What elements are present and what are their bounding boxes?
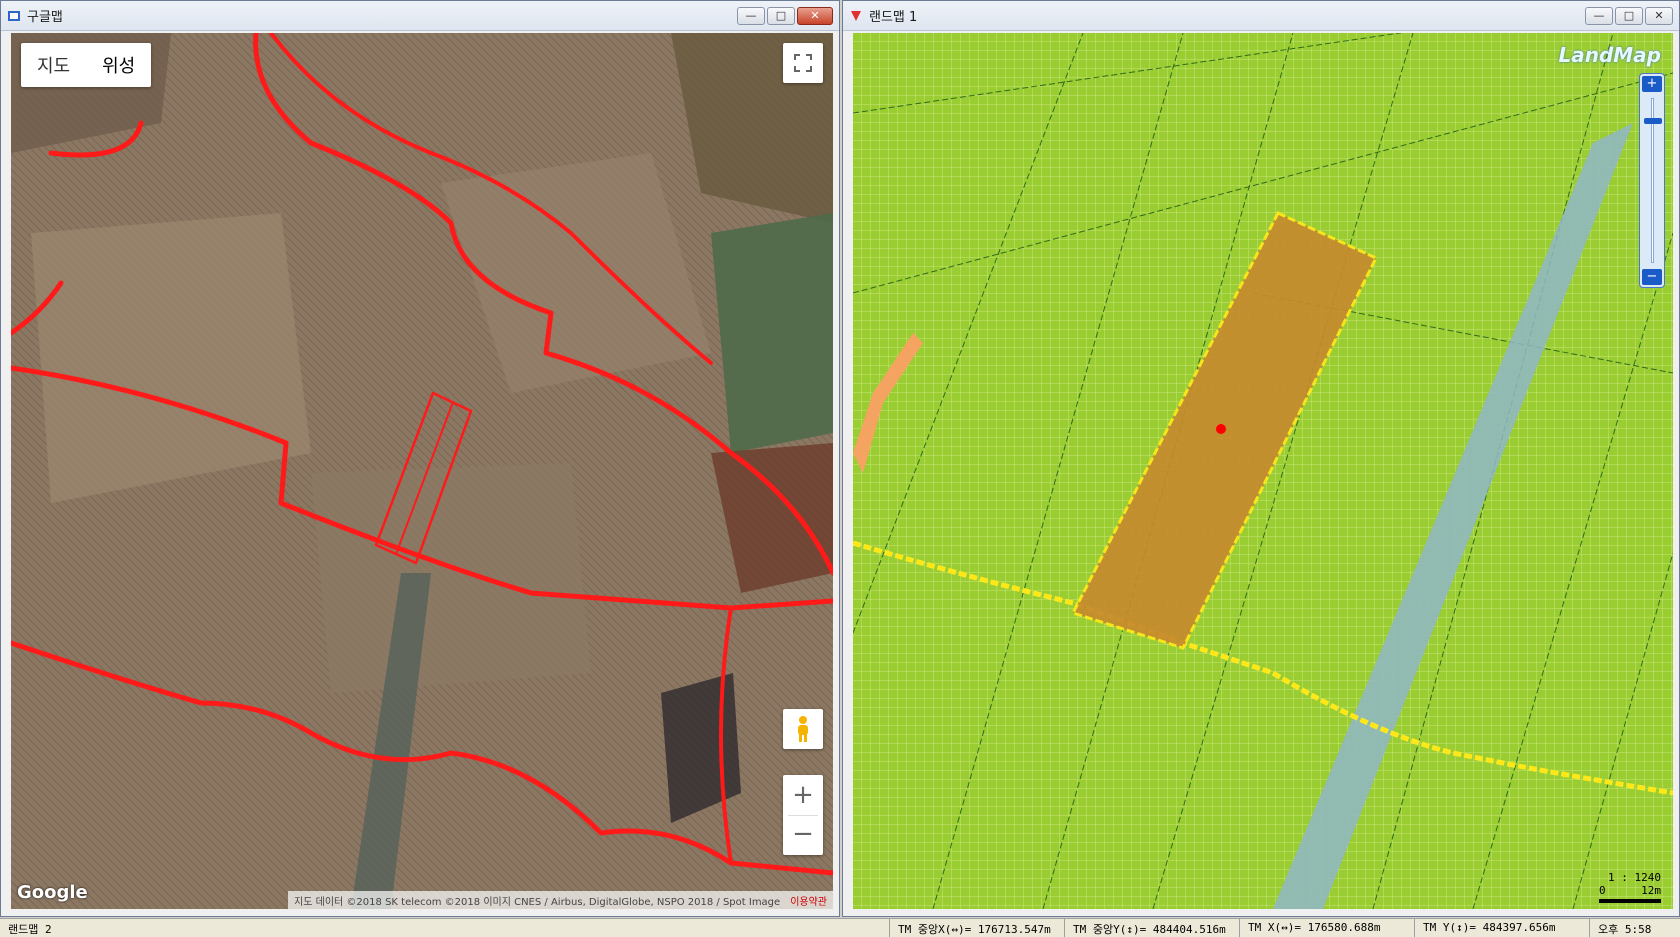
zoom-slider[interactable]: + − [1639,73,1665,288]
minimize-button[interactable]: — [737,6,765,25]
scale-zero: 0 [1599,884,1606,897]
zoom-thumb[interactable] [1644,118,1662,124]
scale-ratio: 1 : 1240 [1608,871,1661,884]
pegman-icon [798,716,808,742]
status-bar: 랜드맵 2 TM 중앙X(↔)= 176713.547m TM 중앙Y(↕)= … [0,918,1680,937]
close-button[interactable]: ✕ [797,6,833,25]
maximize-button[interactable]: □ [1615,6,1643,25]
window-title: 구글맵 [27,10,63,25]
maximize-button[interactable]: □ [767,6,795,25]
cadastral-map-canvas [853,33,1673,909]
zoom-out-button[interactable]: − [788,815,818,855]
landmap-window: 랜드맵 1 — □ ✕ LandMap + − 1: 1240 0 12m [842,0,1680,917]
minimize-button[interactable]: — [1585,6,1613,25]
scale-length: 12m [1641,884,1661,897]
status-clock: 오후 5:58 [1598,923,1652,936]
map-type-toggle: 지도 위성 [21,43,152,87]
zoom-in-button[interactable]: + [792,775,814,815]
map-attribution: 지도 데이터 ©2018 SK telecom ©2018 이미지 CNES /… [288,891,833,909]
satellite-imagery [11,33,833,909]
close-button[interactable]: ✕ [1645,6,1673,25]
status-tm-x: TM X(↔)= 176580.688m [1240,919,1415,937]
scale-bar [1599,899,1661,903]
attribution-text: 지도 데이터 ©2018 SK telecom ©2018 이미지 CNES /… [294,897,781,908]
google-map-window: 구글맵 — □ ✕ 지도 위성 + − Google 지도 데이터 ©2018 … [0,0,840,917]
zoom-in-button[interactable]: + [1642,76,1662,92]
satellite-map[interactable]: 지도 위성 + − Google 지도 데이터 ©2018 SK telecom… [11,33,833,909]
landmap-app-icon [851,10,861,21]
google-logo: Google [17,882,88,903]
fullscreen-button[interactable] [783,43,823,83]
landmap-window-titlebar[interactable]: 랜드맵 1 — □ ✕ [843,1,1679,31]
terms-link[interactable]: 이용약관 [790,893,827,908]
app-icon [8,10,20,21]
fullscreen-icon [794,54,812,72]
street-view-button[interactable] [783,709,823,749]
google-window-titlebar[interactable]: 구글맵 — □ ✕ [1,1,839,31]
zoom-controls: + − [783,775,823,855]
status-tm-center-y: TM 중앙Y(↕)= 484404.516m [1065,919,1240,937]
parcel-center-marker [1216,424,1226,434]
zoom-out-button[interactable]: − [1642,269,1662,285]
window-title: 랜드맵 1 [869,10,918,25]
status-tm-y: TM Y(↕)= 484397.656m [1415,919,1590,937]
map-type-satellite[interactable]: 위성 [86,43,151,87]
landmap-logo: LandMap [1558,43,1661,67]
map-type-map[interactable]: 지도 [21,43,86,87]
cadastral-map[interactable]: LandMap + − 1 : 1240 0 12m [853,33,1673,909]
status-app-name: 랜드맵 2 [0,919,890,937]
status-tm-center-x: TM 중앙X(↔)= 176713.547m [890,919,1065,937]
scale-indicator: 1 : 1240 0 12m [1599,871,1661,903]
